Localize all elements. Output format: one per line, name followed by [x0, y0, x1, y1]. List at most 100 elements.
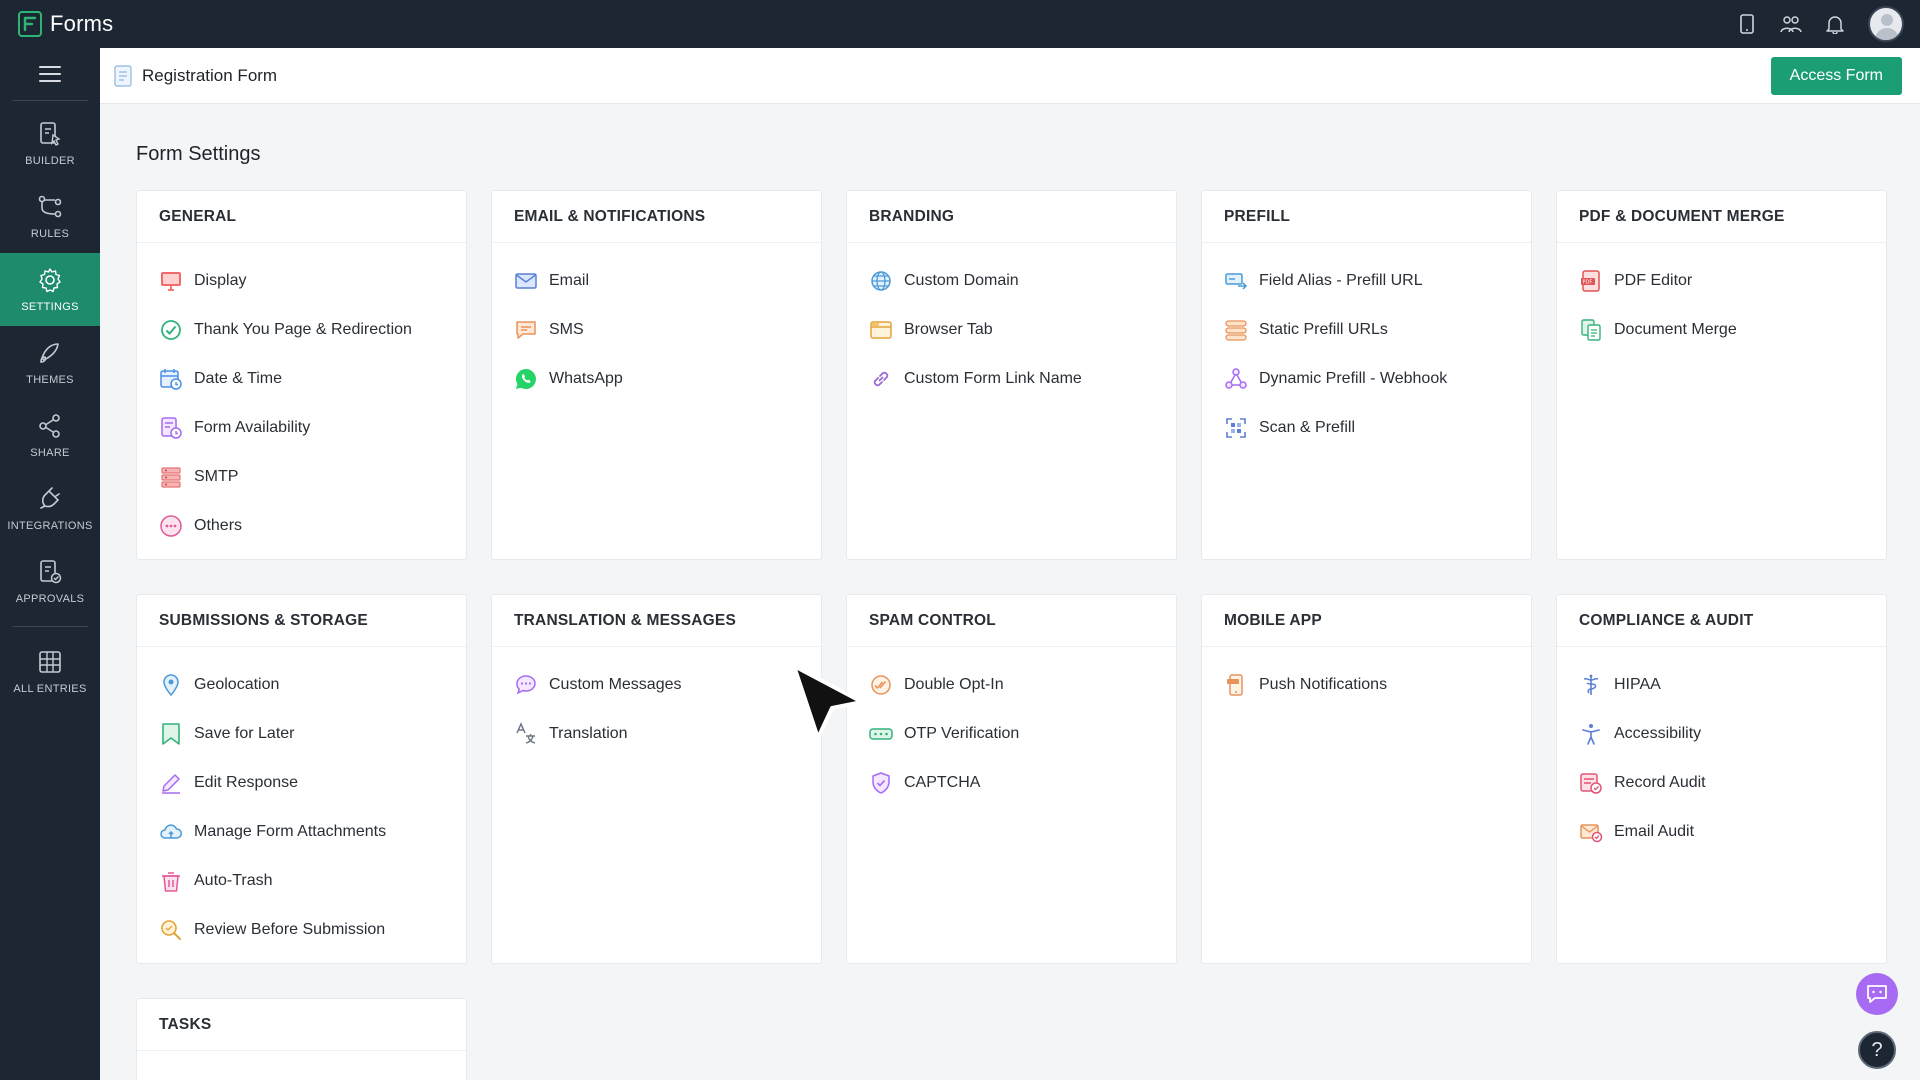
sidebar-item-builder[interactable]: BUILDER [0, 107, 100, 180]
builder-icon [40, 121, 61, 146]
sidebar-divider [12, 626, 88, 627]
settings-item-document-merge[interactable]: Document Merge [1557, 305, 1886, 354]
settings-card-translation-messages: TRANSLATION & MESSAGES Custom Messages T… [491, 594, 822, 964]
sidebar-item-themes[interactable]: THEMES [0, 326, 100, 399]
item-label: Browser Tab [904, 320, 993, 338]
item-label: Accessibility [1614, 724, 1702, 742]
settings-item-geolocation[interactable]: Geolocation [137, 660, 466, 709]
settings-item-auto-trash[interactable]: Auto-Trash [137, 856, 466, 905]
settings-card-general: GENERAL Display Thank You Page & Redirec… [136, 190, 467, 560]
document-merge-icon [1581, 318, 1601, 341]
chat-assistant-button[interactable] [1856, 973, 1898, 1015]
settings-item-others[interactable]: Others [137, 501, 466, 550]
item-label: SMS [549, 320, 584, 338]
hamburger-menu-icon[interactable] [0, 48, 100, 100]
settings-item-email[interactable]: Email [492, 256, 821, 305]
item-label: CAPTCHA [904, 773, 981, 791]
settings-item-static-prefill[interactable]: Static Prefill URLs [1202, 305, 1531, 354]
card-title: EMAIL & NOTIFICATIONS [492, 191, 821, 243]
users-icon[interactable] [1780, 13, 1802, 35]
sms-icon [516, 320, 536, 339]
settings-item-push-notifications[interactable]: Push Notifications [1202, 660, 1531, 709]
static-prefill-icon [1225, 319, 1247, 341]
settings-item-email-audit[interactable]: Email Audit [1557, 807, 1886, 856]
user-avatar[interactable] [1868, 6, 1904, 42]
svg-text:PDF: PDF [1583, 279, 1593, 285]
otp-icon [869, 727, 893, 740]
webhook-icon [1225, 367, 1247, 389]
settings-item-dynamic-prefill[interactable]: Dynamic Prefill - Webhook [1202, 354, 1531, 403]
settings-item-otp-verification[interactable]: OTP Verification [847, 709, 1176, 758]
item-label: Custom Messages [549, 675, 682, 693]
help-button[interactable]: ? [1858, 1031, 1896, 1069]
settings-item-pdf-editor[interactable]: PDF PDF Editor [1557, 256, 1886, 305]
translate-icon [516, 721, 536, 744]
sidebar-item-all-entries[interactable]: ALL ENTRIES [0, 635, 100, 708]
card-title: TASKS [137, 999, 466, 1051]
settings-item-review-before-submission[interactable]: Review Before Submission [137, 905, 466, 954]
settings-item-manage-attachments[interactable]: Manage Form Attachments [137, 807, 466, 856]
form-header: Registration Form Access Form [100, 48, 1920, 104]
card-title: BRANDING [847, 191, 1176, 243]
settings-item-custom-domain[interactable]: Custom Domain [847, 256, 1176, 305]
grid-icon [39, 650, 61, 673]
settings-item-custom-messages[interactable]: Custom Messages [492, 660, 821, 709]
card-title: MOBILE APP [1202, 595, 1531, 647]
item-label: Geolocation [194, 675, 280, 693]
access-form-button[interactable]: Access Form [1770, 57, 1902, 95]
sidebar-item-share[interactable]: SHARE [0, 399, 100, 472]
sidebar-item-label: SETTINGS [21, 300, 79, 313]
integrations-icon [40, 486, 60, 509]
item-label: Email [549, 271, 590, 289]
settings-item-display[interactable]: Display [137, 256, 466, 305]
item-label: Review Before Submission [194, 920, 386, 938]
browser-tab-icon [870, 320, 892, 339]
settings-item-field-alias[interactable]: Field Alias - Prefill URL [1202, 256, 1531, 305]
approvals-icon [40, 559, 62, 583]
record-audit-icon [1580, 772, 1602, 794]
hipaa-caduceus-icon [1583, 674, 1599, 695]
item-label: SMTP [194, 467, 239, 485]
app-name: Forms [50, 11, 114, 36]
rules-icon [38, 195, 62, 217]
sidebar-item-approvals[interactable]: APPROVALS [0, 545, 100, 618]
settings-item-edit-response[interactable]: Edit Response [137, 758, 466, 807]
sidebar-item-rules[interactable]: RULES [0, 180, 100, 253]
location-pin-icon [163, 673, 179, 696]
brand[interactable]: Forms [18, 11, 113, 37]
card-title: GENERAL [137, 191, 466, 243]
sidebar-item-integrations[interactable]: INTEGRATIONS [0, 472, 100, 545]
settings-item-record-audit[interactable]: Record Audit [1557, 758, 1886, 807]
settings-item-form-availability[interactable]: Form Availability [137, 403, 466, 452]
settings-item-translation[interactable]: Translation [492, 709, 821, 758]
calendar-clock-icon [160, 368, 182, 390]
settings-item-accessibility[interactable]: Accessibility [1557, 709, 1886, 758]
settings-item-whatsapp[interactable]: WhatsApp [492, 354, 821, 403]
mouse-pointer-icon [792, 664, 864, 740]
sidebar-item-label: THEMES [26, 373, 74, 386]
themes-icon [40, 342, 59, 363]
mobile-device-icon[interactable] [1736, 13, 1758, 35]
settings-item-thank-you-page[interactable]: Thank You Page & Redirection [137, 305, 466, 354]
settings-item-sms[interactable]: SMS [492, 305, 821, 354]
item-label: WhatsApp [549, 369, 623, 387]
item-label: Edit Response [194, 773, 299, 791]
item-label: Translation [549, 724, 628, 742]
pdf-icon: PDF [1581, 269, 1600, 292]
gear-icon [39, 267, 61, 292]
settings-item-scan-prefill[interactable]: Scan & Prefill [1202, 403, 1531, 452]
settings-item-date-time[interactable]: Date & Time [137, 354, 466, 403]
server-icon [161, 466, 181, 488]
settings-item-custom-form-link[interactable]: Custom Form Link Name [847, 354, 1176, 403]
settings-item-save-for-later[interactable]: Save for Later [137, 709, 466, 758]
settings-item-double-opt-in[interactable]: Double Opt-In [847, 660, 1176, 709]
settings-item-hipaa[interactable]: HIPAA [1557, 660, 1886, 709]
sidebar-item-settings[interactable]: SETTINGS [0, 253, 100, 326]
settings-item-browser-tab[interactable]: Browser Tab [847, 305, 1176, 354]
bell-icon[interactable] [1824, 13, 1846, 35]
sidebar-item-label: SHARE [30, 446, 70, 459]
settings-item-captcha[interactable]: CAPTCHA [847, 758, 1176, 807]
card-title: PREFILL [1202, 191, 1531, 243]
settings-item-smtp[interactable]: SMTP [137, 452, 466, 501]
item-label: Email Audit [1614, 822, 1695, 840]
